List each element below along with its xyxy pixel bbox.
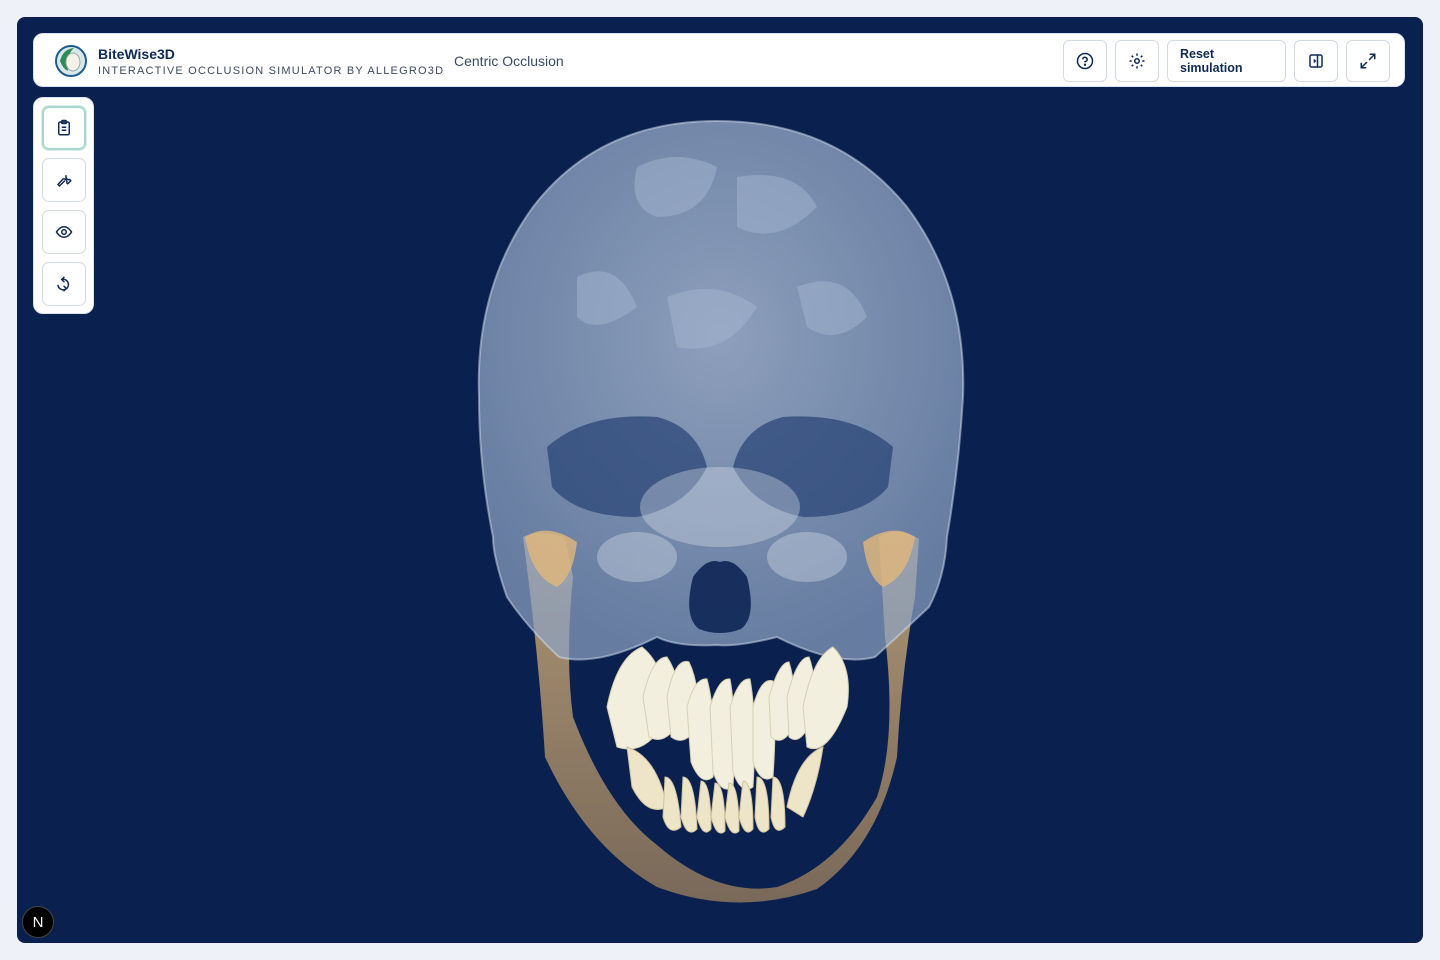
wrench-icon	[56, 174, 72, 188]
fullscreen-button[interactable]	[1346, 40, 1390, 82]
settings-button[interactable]	[1115, 40, 1159, 82]
toolbar-visibility-button[interactable]	[42, 210, 86, 254]
toolbar-rotate-button[interactable]	[42, 262, 86, 306]
expand-icon	[1360, 53, 1376, 69]
skull-model[interactable]	[17, 17, 1423, 943]
toolbar-clipboard-button[interactable]	[42, 106, 86, 150]
n-badge[interactable]: N	[22, 906, 54, 938]
clipboard-icon	[58, 119, 70, 136]
reset-simulation-button[interactable]: Reset simulation	[1167, 40, 1286, 82]
toggle-panel-button[interactable]	[1294, 40, 1338, 82]
occlusion-mode-label: Centric Occlusion	[454, 53, 564, 69]
side-panel-icon	[1309, 54, 1323, 68]
help-circle-icon	[1076, 52, 1094, 70]
gear-icon	[1129, 53, 1145, 69]
rotate-icon	[57, 276, 70, 292]
app-subtitle: INTERACTIVE OCCLUSION SIMULATOR BY ALLEG…	[98, 65, 445, 77]
app-name: BiteWise3D	[98, 46, 175, 62]
toolbar-tools-button[interactable]	[42, 158, 86, 202]
eye-icon	[55, 225, 73, 239]
left-toolbar	[33, 97, 94, 314]
nasal-cavity	[689, 561, 751, 633]
3d-viewport[interactable]: BiteWise3D INTERACTIVE OCCLUSION SIMULAT…	[17, 17, 1423, 943]
app-logo	[55, 45, 87, 77]
top-header: BiteWise3D INTERACTIVE OCCLUSION SIMULAT…	[33, 33, 1405, 87]
help-button[interactable]	[1063, 40, 1107, 82]
